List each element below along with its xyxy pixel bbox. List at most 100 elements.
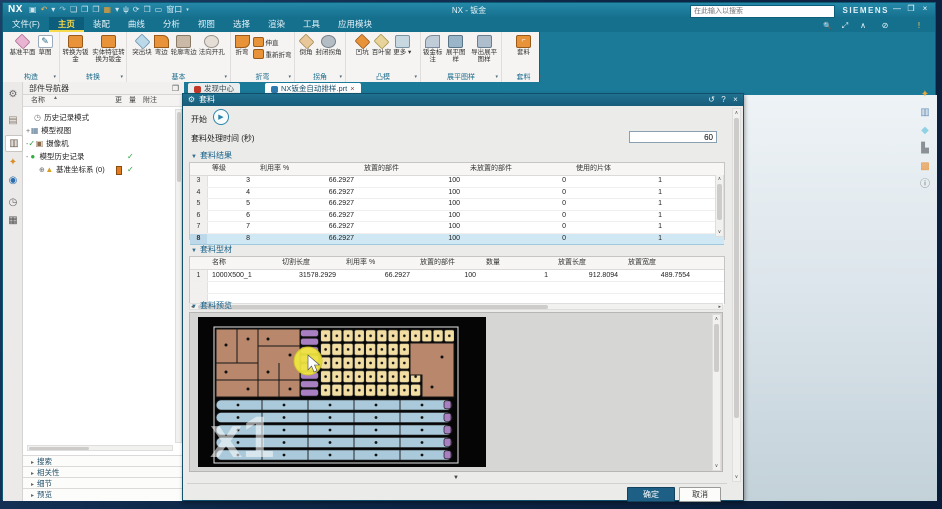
navigator-column-header[interactable]: 名称 ▲ 更 量 附注 [23,95,183,107]
mini-column-2[interactable]: 量 [129,95,136,105]
minimize-icon[interactable]: — [891,4,903,13]
search-icon[interactable]: 🔍 [823,22,832,30]
dialog-title-bar[interactable]: ⚙ 套料 ↺ ? × [183,94,743,106]
close-icon[interactable]: × [919,4,931,13]
table-row[interactable]: 5566.292710001 [190,199,724,211]
rebend-button[interactable]: 重新折弯 [253,49,292,59]
bend-button[interactable]: 折弯 [234,34,251,57]
table-row[interactable]: 11000X500_131578.292966.29271001912.8094… [190,270,724,282]
navigator-section-3[interactable]: ▸预览 [23,488,191,500]
search-input[interactable] [690,5,835,18]
menu-tab-7[interactable]: 渲染 [259,17,294,32]
menu-tab-6[interactable]: 选择 [224,17,259,32]
tree-item-history-mode[interactable]: ◷ 历史记录模式 [23,111,176,124]
flat-pattern-button[interactable]: 展平图样 [444,34,467,63]
convert-to-sheetmetal-button[interactable]: 转换为钣金 [60,34,91,63]
nesting-preview-canvas[interactable]: x1 [198,317,486,467]
solid-to-sheetmetal-button[interactable]: 实体特征转换为钣金 [91,34,126,63]
machining-icon[interactable]: ▦ [5,213,21,228]
chamfer-button[interactable]: 倒角 [298,34,315,57]
unbend-button[interactable]: 伸直 [253,37,292,47]
results-vertical-scrollbar[interactable]: ∧ ∨ [715,175,724,237]
favorites-icon[interactable]: ✦ [917,87,933,103]
tree-item-model-history[interactable]: -● 模型历史记录 ✓ [23,150,176,163]
assembly-navigator-icon[interactable]: ▤ [5,113,21,128]
time-input[interactable]: 60 [629,131,717,143]
expand-icon[interactable]: ⤢ [839,21,851,31]
table-row[interactable]: 8866.292710001 [190,234,724,246]
cancel-button[interactable]: 取消 [679,487,721,502]
louver-button[interactable]: 百叶窗 [371,34,393,57]
stock-horizontal-scrollbar[interactable]: ◂ ▸ [189,303,723,310]
mini-column-1[interactable]: 更 [115,95,122,105]
help-icon[interactable]: ⊘ [879,21,891,30]
undock-icon[interactable]: ❐ [172,82,179,95]
more-button[interactable]: 更多 ▾ [392,34,412,57]
preview-vertical-scrollbar[interactable]: ∧ ∨ [712,314,721,471]
menu-tab-1[interactable]: 主页 [49,17,84,32]
name-column-header[interactable]: 名称 [31,95,45,105]
flat-pattern-icon[interactable]: ▙ [917,141,933,157]
export-flat-pattern-button[interactable]: 导出展平图样 [467,34,501,63]
web-browser-icon[interactable]: ◉ [5,173,21,188]
tree-item-datum-csys[interactable]: ⊕▲ 基准坐标系 (0) ✓ [23,163,176,176]
ribbon-group-label[interactable]: 凸模▾ [346,71,420,82]
menu-tab-0[interactable]: 文件(F) [3,17,49,32]
ribbon-group-label[interactable]: 套料▾ [502,71,545,82]
dialog-vertical-scrollbar[interactable]: ∧ ∨ [732,108,741,482]
menu-tab-9[interactable]: 应用模块 [329,17,381,32]
alert-icon[interactable]: ! [913,21,925,30]
table-row[interactable]: 7766.292710001 [190,222,724,234]
view-tool-icon[interactable]: ▥ [917,105,933,121]
close-icon[interactable]: × [730,94,741,106]
nesting-icon[interactable]: ▩ [917,159,933,175]
table-row[interactable]: 3366.292710001 [190,176,724,188]
reuse-library-icon[interactable]: ✦ [5,155,21,170]
check-icon[interactable]: ✓ [127,150,134,163]
dialog-options-gear-icon[interactable]: ⚙ [186,94,197,106]
collapse-ribbon-icon[interactable]: ∧ [857,21,869,30]
ok-button[interactable]: 确定 [627,487,675,502]
dialog-collapse-arrow[interactable]: ▼ [183,475,729,481]
restore-icon[interactable]: ❐ [905,4,917,13]
normal-cutout-button[interactable]: 法向开孔 [198,34,226,57]
menu-tab-4[interactable]: 分析 [154,17,189,32]
start-play-button[interactable]: ▶ [213,109,229,125]
ribbon-group-label[interactable]: 折弯▾ [231,71,294,82]
tree-item-cameras[interactable]: -✓▣ 摄像机 [23,137,176,150]
check-icon[interactable]: ✓ [28,139,35,148]
menu-tab-2[interactable]: 装配 [84,17,119,32]
section-stock[interactable]: ▼套料型材 [191,244,232,255]
check-icon[interactable]: ✓ [127,163,134,176]
part-navigator-icon[interactable]: ▥ [5,135,23,152]
ribbon-group-label[interactable]: 转换▾ [60,71,126,82]
closed-corner-button[interactable]: 封闭拐角 [315,34,343,57]
table-row[interactable] [190,282,724,294]
ribbon-group-label[interactable]: 构造▾ [3,71,59,82]
menu-tab-5[interactable]: 视图 [189,17,224,32]
ribbon-group-label[interactable]: 展平图样▾ [421,71,501,82]
sketch-button[interactable]: ✎草图 [37,34,54,57]
table-row[interactable]: 6666.292710001 [190,211,724,223]
sheetmetal-note-button[interactable]: 钣金标注 [421,34,444,63]
results-table-header[interactable]: 等级 利用率 % 放置的部件 未放置的部件 使用的片体 [190,163,724,176]
tab-button[interactable]: 突出块 [131,34,153,57]
extrude-icon[interactable]: ◆ [917,123,933,139]
stock-table-header[interactable]: 名称 切割长度 利用率 % 放置的部件 数量 放置长度 放置宽度 [190,257,724,270]
info-icon[interactable]: ⓘ [917,177,933,193]
navigator-vertical-scrollbar[interactable] [175,109,182,443]
nesting-button[interactable]: ⌐套料 [515,34,532,57]
ribbon-group-label[interactable]: 拐角▾ [295,71,345,82]
navigator-horizontal-scrollbar[interactable] [27,445,173,451]
contour-flange-button[interactable]: 轮廓弯边 [170,34,198,57]
section-preview[interactable]: ▼套料预览 [191,300,232,311]
dimple-button[interactable]: 凹坑 [354,34,371,57]
table-row[interactable]: 4466.292710001 [190,188,724,200]
ribbon-group-label[interactable]: 基本▾ [127,71,230,82]
datum-plane-button[interactable]: 基准平面 [9,34,37,57]
menu-tab-3[interactable]: 曲线 [119,17,154,32]
history-icon[interactable]: ◷ [5,195,21,210]
note-column-header[interactable]: 附注 [143,95,157,105]
tree-item-model-views[interactable]: +▦ 模型视图 [23,124,176,137]
flange-button[interactable]: 弯边 [153,34,170,57]
